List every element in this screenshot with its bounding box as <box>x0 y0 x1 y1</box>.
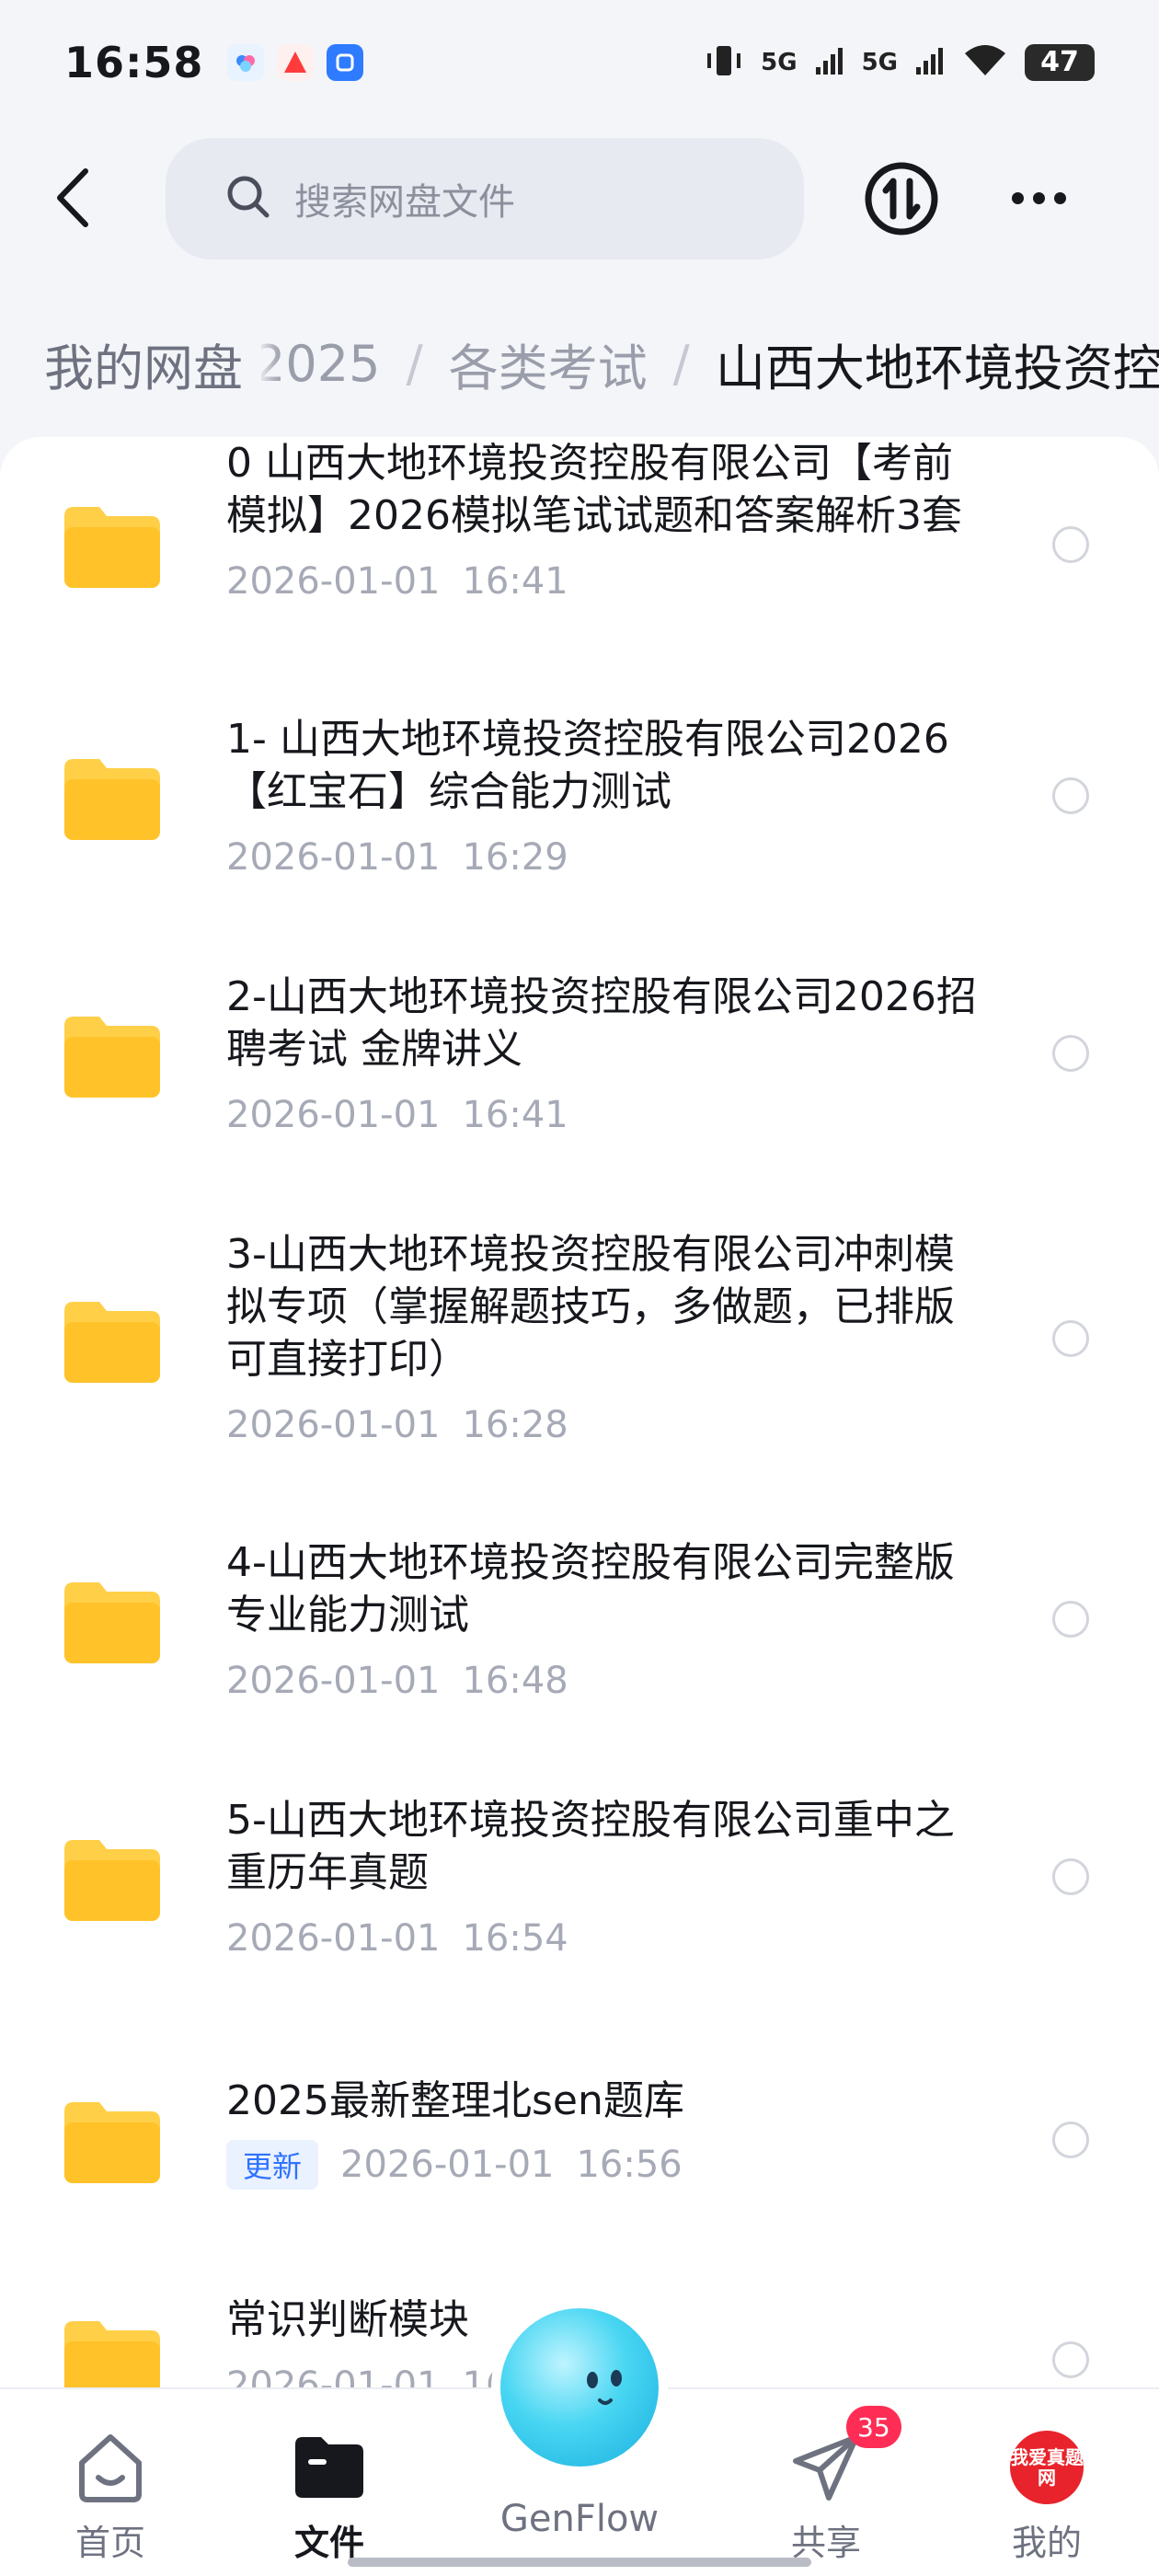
select-radio[interactable] <box>1052 1035 1089 1072</box>
breadcrumb-item-current: 山西大地环境投资控股有限公司 <box>715 339 1159 397</box>
more-button[interactable] <box>999 166 1078 230</box>
file-time: 16:28 <box>462 1404 568 1446</box>
file-list: 0 山西大地环境投资控股有限公司【考前模拟】2026模拟笔试试题和答案解析3套 … <box>0 437 1159 2387</box>
vibrate-icon <box>704 42 744 83</box>
file-date: 2026-01-01 <box>226 1660 441 1702</box>
nav-mine-label: 我的 <box>1011 2523 1082 2563</box>
nav-mine[interactable]: 我爱真题网 我的 <box>973 2426 1120 2565</box>
file-name: 2-山西大地环境投资控股有限公司2026招聘考试 金牌讲义 <box>226 973 977 1073</box>
folder-icon <box>64 507 160 588</box>
file-name: 1- 山西大地环境投资控股有限公司2026【红宝石】综合能力测试 <box>226 716 949 815</box>
update-badge: 更新 <box>226 2140 319 2190</box>
file-row[interactable]: 2-山西大地环境投资控股有限公司2026招聘考试 金牌讲义 2026-01-01… <box>0 971 1159 1201</box>
genflow-label: GenFlow <box>499 2498 660 2540</box>
search-input[interactable]: 搜索网盘文件 <box>166 138 804 259</box>
file-time: 16:54 <box>462 1917 568 1960</box>
file-row[interactable]: 2025最新整理北sen题库 更新 2026-01-01 16:56 <box>0 2075 1159 2259</box>
select-radio[interactable] <box>1052 2341 1089 2378</box>
avatar: 我爱真题网 <box>1010 2431 1084 2504</box>
shield-app-icon <box>327 43 364 81</box>
status-time: 16:58 <box>64 37 204 87</box>
breadcrumb-item-2025[interactable]: 2025 <box>254 335 380 393</box>
folder-icon <box>64 2102 160 2183</box>
back-button[interactable] <box>37 161 110 235</box>
select-radio[interactable] <box>1052 777 1089 814</box>
more-dot-icon <box>1011 191 1024 204</box>
file-time: 16:48 <box>462 1660 568 1702</box>
file-name: 3-山西大地环境投资控股有限公司冲刺模拟专项（掌握解题技巧，多做题，已排版可直接… <box>226 1231 955 1383</box>
file-time: 16:41 <box>462 1094 568 1136</box>
folder-icon <box>64 1302 160 1383</box>
folder-icon <box>64 1840 160 1921</box>
nav-files[interactable]: 文件 <box>256 2426 403 2565</box>
breadcrumb-item-exams[interactable]: 各类考试 <box>449 328 648 400</box>
breadcrumb-separator: / <box>672 334 690 393</box>
breadcrumb-separator: / <box>406 334 423 393</box>
more-dot-icon <box>1032 191 1045 204</box>
file-time: 16:41 <box>462 560 568 603</box>
file-row[interactable]: 4-山西大地环境投资控股有限公司完整版专业能力测试 2026-01-01 16:… <box>0 1536 1159 1766</box>
select-radio[interactable] <box>1052 1858 1089 1895</box>
wifi-icon <box>962 42 1008 83</box>
file-date: 2026-01-01 <box>226 1094 441 1136</box>
battery-indicator: 47 <box>1025 43 1095 81</box>
signal-5g-label: 5G <box>761 48 798 76</box>
file-date: 2026-01-01 <box>226 1917 441 1960</box>
file-date: 2026-01-01 <box>226 2364 441 2387</box>
file-row[interactable]: 1- 山西大地环境投资控股有限公司2026【红宝石】综合能力测试 2026-01… <box>0 713 1159 943</box>
red-app-icon <box>277 43 315 81</box>
genflow-mascot-icon <box>587 2370 622 2405</box>
genflow-button[interactable] <box>500 2308 659 2467</box>
folder-icon <box>64 1017 160 1098</box>
file-time: 16:29 <box>462 836 568 879</box>
select-radio[interactable] <box>1052 2122 1089 2158</box>
transfer-button[interactable] <box>861 158 942 239</box>
file-date: 2026-01-01 <box>226 560 441 603</box>
share-count-badge: 35 <box>846 2406 901 2448</box>
folder-filled-icon <box>295 2437 363 2498</box>
select-radio[interactable] <box>1052 1601 1089 1638</box>
file-name: 4-山西大地环境投资控股有限公司完整版专业能力测试 <box>226 1539 955 1639</box>
file-name: 5-山西大地环境投资控股有限公司重中之重历年真题 <box>226 1797 955 1896</box>
file-row[interactable]: 5-山西大地环境投资控股有限公司重中之重历年真题 2026-01-01 16:5… <box>0 1794 1159 2024</box>
select-radio[interactable] <box>1052 526 1089 563</box>
home-indicator[interactable] <box>348 2558 811 2567</box>
signal-bars-icon <box>814 45 845 80</box>
select-radio[interactable] <box>1052 1320 1089 1357</box>
file-row[interactable]: 3-山西大地环境投资控股有限公司冲刺模拟专项（掌握解题技巧，多做题，已排版可直接… <box>0 1228 1159 1504</box>
folder-icon <box>64 759 160 840</box>
status-app-icons <box>227 43 364 81</box>
nav-home-label: 首页 <box>75 2523 145 2563</box>
nav-home[interactable]: 首页 <box>37 2426 184 2565</box>
file-name: 2025最新整理北sen题库 <box>226 2077 684 2124</box>
file-date: 2026-01-01 <box>340 2144 555 2186</box>
transfer-icon <box>865 162 938 236</box>
home-icon <box>79 2434 142 2502</box>
cloud-app-icon <box>227 43 265 81</box>
file-date: 2026-01-01 <box>226 836 441 879</box>
breadcrumb-track: 2025 / 各类考试 / 山西大地环境投资控股有限公司 <box>254 313 1159 414</box>
file-name: 0 山西大地环境投资控股有限公司【考前模拟】2026模拟笔试试题和答案解析3套 <box>226 440 962 539</box>
signal-bars-icon-2 <box>914 45 946 80</box>
breadcrumb: 2025 / 各类考试 / 山西大地环境投资控股有限公司 我的网盘 <box>0 313 1159 414</box>
file-time: 16:56 <box>576 2144 683 2186</box>
folder-icon <box>64 2321 160 2387</box>
signal-5g-label-2: 5G <box>861 48 898 76</box>
bottom-nav: 首页 文件 GenFlow 共享 35 我爱真题网 我的 <box>0 2308 1159 2576</box>
search-placeholder: 搜索网盘文件 <box>294 181 515 224</box>
chevron-left-icon <box>57 168 88 227</box>
breadcrumb-root[interactable]: 我的网盘 <box>26 324 261 403</box>
header: 搜索网盘文件 <box>0 129 1159 267</box>
file-row[interactable]: 0 山西大地环境投资控股有限公司【考前模拟】2026模拟笔试试题和答案解析3套 … <box>0 437 1159 685</box>
file-date: 2026-01-01 <box>226 1404 441 1446</box>
status-bar: 16:58 5G 5G 47 <box>0 0 1159 124</box>
folder-icon <box>64 1582 160 1663</box>
more-dot-icon <box>1053 191 1066 204</box>
search-icon <box>224 173 272 224</box>
